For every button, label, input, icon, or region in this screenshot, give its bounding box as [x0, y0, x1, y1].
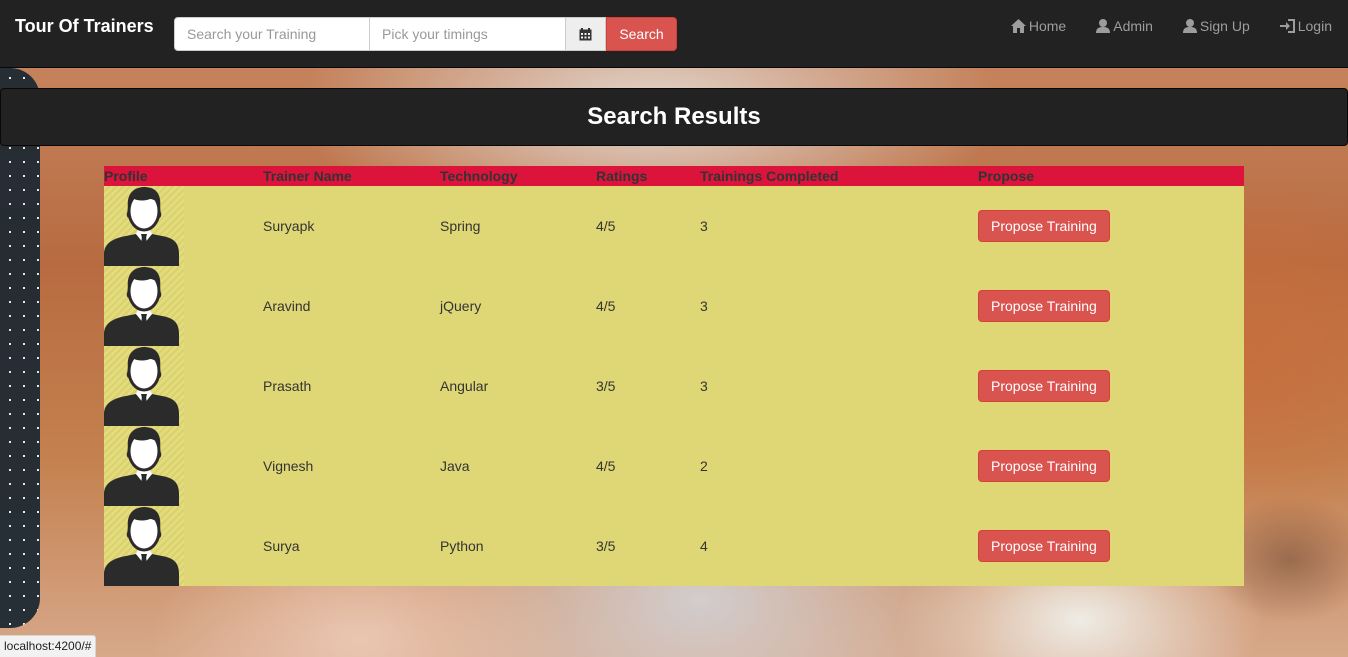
user-icon: [1096, 19, 1111, 33]
nav-admin-link[interactable]: Admin: [1082, 0, 1169, 52]
trainings-completed-cell: 4: [700, 538, 708, 554]
table-header-row: Profile Trainer Name Technology Ratings …: [104, 166, 1244, 186]
profile-cell: [104, 186, 263, 266]
trainings-completed-cell: 2: [700, 458, 708, 474]
table-row: Suryapk Spring 4/5 3 Propose Training: [104, 186, 1244, 266]
calendar-icon: [579, 27, 592, 40]
profile-cell: [104, 266, 263, 346]
technology-cell: Java: [440, 458, 470, 474]
rating-cell: 3/5: [596, 378, 616, 394]
rating-cell: 4/5: [596, 298, 616, 314]
column-header-technology: Technology: [440, 166, 596, 186]
propose-cell: Propose Training: [978, 266, 1244, 346]
table-row: Vignesh Java 4/5 2 Propose Training: [104, 426, 1244, 506]
trainings-completed-cell: 3: [700, 218, 708, 234]
trainings-completed-cell: 3: [700, 298, 708, 314]
trainer-name-cell: Aravind: [263, 298, 311, 314]
rating-cell: 3/5: [596, 538, 616, 554]
table-row: Prasath Angular 3/5 3 Propose Training: [104, 346, 1244, 426]
page-title: Search Results: [587, 103, 761, 130]
trainer-avatar-icon: [104, 346, 184, 426]
trainer-avatar-icon: [104, 186, 184, 266]
propose-training-button[interactable]: Propose Training: [978, 290, 1110, 322]
column-header-ratings: Ratings: [596, 166, 700, 186]
training-search-input[interactable]: [174, 17, 370, 51]
brand-logo[interactable]: Tour Of Trainers: [15, 16, 154, 37]
column-header-trainings-completed: Trainings Completed: [700, 166, 978, 186]
nav-admin-label: Admin: [1113, 18, 1153, 34]
status-bar-url: localhost:4200/#: [0, 635, 97, 657]
nav-signup-label: Sign Up: [1199, 18, 1250, 34]
trainer-name-cell: Suryapk: [263, 218, 315, 234]
results-header: Search Results: [0, 88, 1348, 146]
technology-cell: Angular: [440, 378, 489, 394]
propose-cell: Propose Training: [978, 506, 1244, 586]
timing-picker-input[interactable]: [370, 17, 566, 51]
technology-cell: Python: [440, 538, 484, 554]
background-photo-detail: [0, 68, 40, 628]
trainer-avatar-icon: [104, 506, 184, 586]
table-row: Aravind jQuery 4/5 3 Propose Training: [104, 266, 1244, 346]
search-button[interactable]: Search: [606, 17, 677, 51]
propose-cell: Propose Training: [978, 346, 1244, 426]
trainer-avatar-icon: [104, 266, 184, 346]
propose-training-button[interactable]: Propose Training: [978, 370, 1110, 402]
profile-cell: [104, 346, 263, 426]
user-icon: [1182, 19, 1197, 33]
search-group: Search: [174, 17, 677, 51]
trainer-avatar-icon: [104, 426, 184, 506]
rating-cell: 4/5: [596, 458, 616, 474]
trainings-completed-cell: 3: [700, 378, 708, 394]
rating-cell: 4/5: [596, 218, 616, 234]
technology-cell: jQuery: [440, 298, 482, 314]
propose-training-button[interactable]: Propose Training: [978, 210, 1110, 242]
table-row: Surya Python 3/5 4 Propose Training: [104, 506, 1244, 586]
nav-home-label: Home: [1028, 18, 1067, 34]
trainer-name-cell: Vignesh: [263, 458, 314, 474]
column-header-trainer-name: Trainer Name: [263, 166, 440, 186]
top-navbar: Tour Of Trainers Search Home Admin: [0, 0, 1348, 68]
results-table: Profile Trainer Name Technology Ratings …: [104, 166, 1244, 586]
propose-cell: Propose Training: [978, 186, 1244, 266]
nav-signup-link[interactable]: Sign Up: [1169, 0, 1266, 52]
profile-cell: [104, 506, 263, 586]
trainer-name-cell: Prasath: [263, 378, 312, 394]
log-in-icon: [1279, 19, 1295, 33]
technology-cell: Spring: [440, 218, 481, 234]
propose-training-button[interactable]: Propose Training: [978, 530, 1110, 562]
propose-cell: Propose Training: [978, 426, 1244, 506]
profile-cell: [104, 426, 263, 506]
home-icon: [1010, 19, 1026, 33]
calendar-button[interactable]: [566, 17, 606, 51]
nav-login-link[interactable]: Login: [1266, 0, 1348, 52]
nav-home-link[interactable]: Home: [997, 0, 1082, 52]
nav-login-label: Login: [1297, 18, 1332, 34]
column-header-profile: Profile: [104, 166, 263, 186]
propose-training-button[interactable]: Propose Training: [978, 450, 1110, 482]
nav-links: Home Admin Sign Up Login: [997, 0, 1348, 52]
trainer-name-cell: Surya: [263, 538, 300, 554]
column-header-propose: Propose: [978, 166, 1244, 186]
